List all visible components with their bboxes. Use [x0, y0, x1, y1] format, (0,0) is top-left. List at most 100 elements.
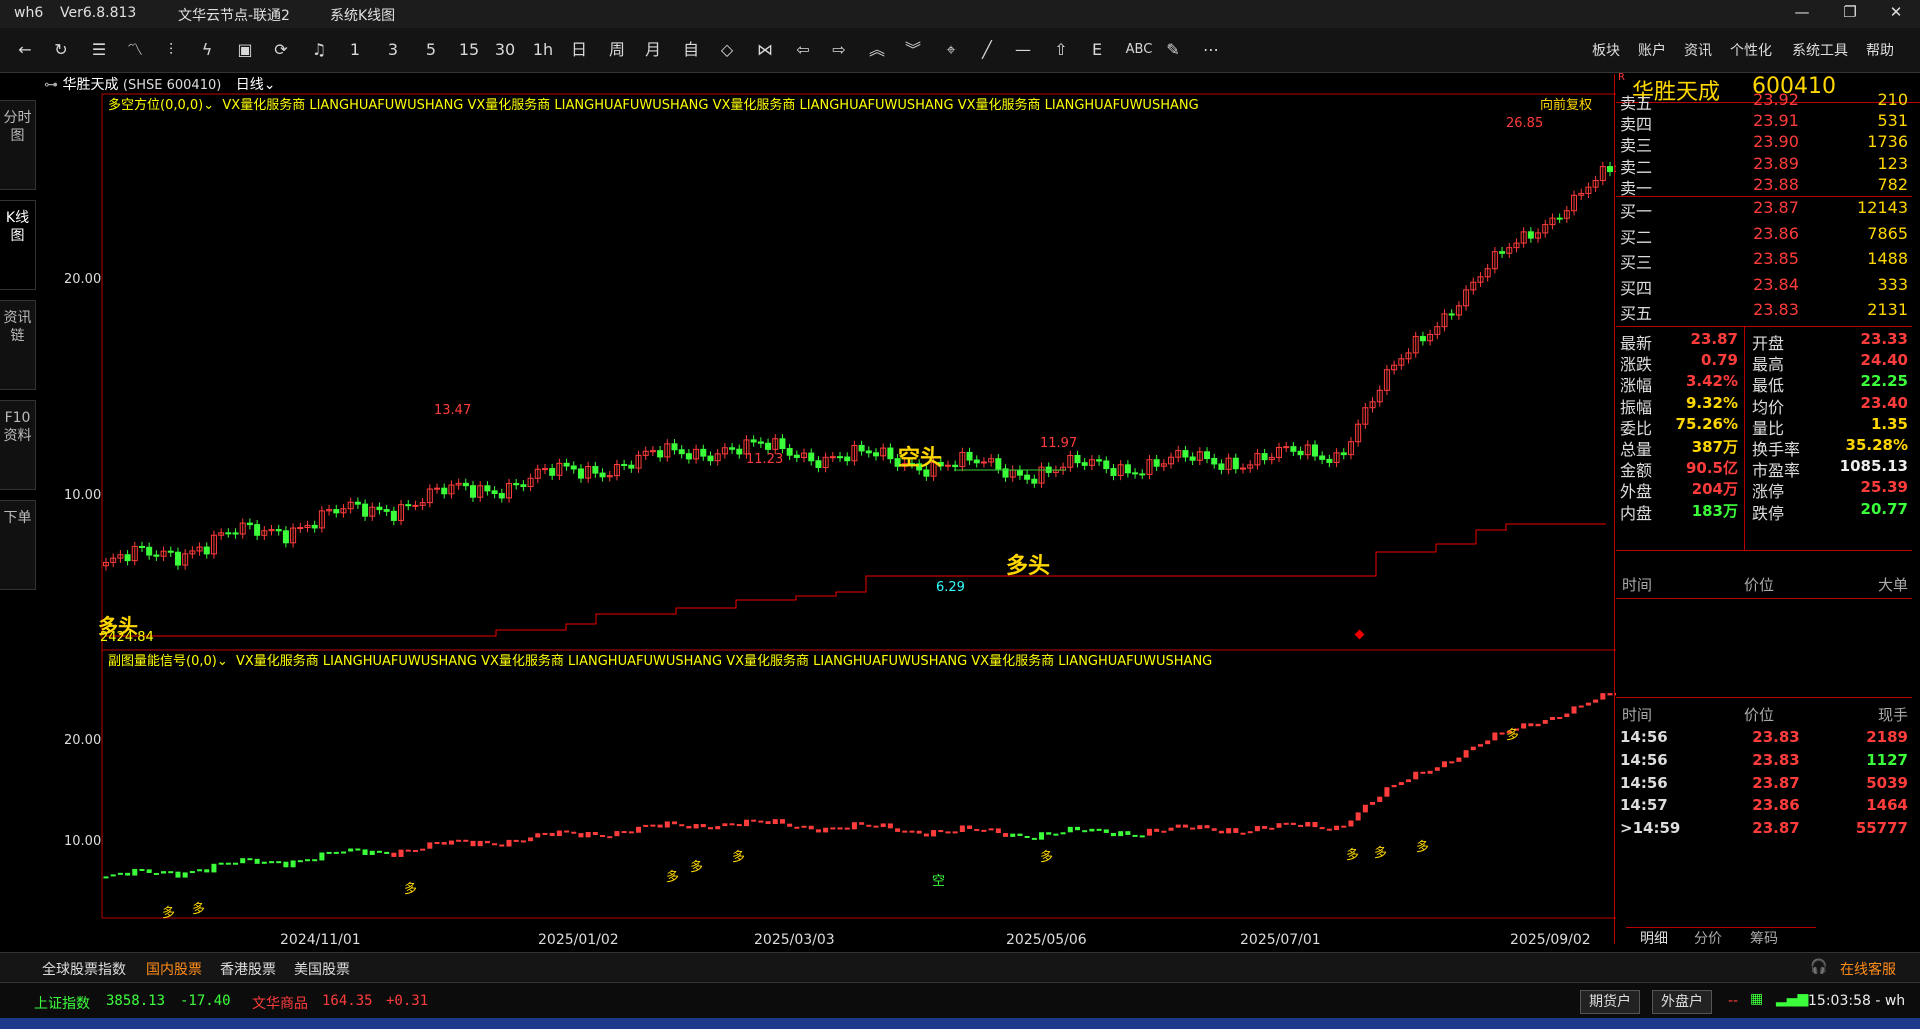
high-label: 11.97 — [1040, 436, 1078, 451]
tab-kline[interactable]: K线图 — [0, 200, 36, 290]
text-icon[interactable]: E — [1084, 38, 1110, 62]
cycle-icon[interactable]: ⟳ — [268, 38, 294, 62]
stock-name[interactable]: 华胜天成 — [62, 77, 118, 93]
sub-candle — [269, 861, 275, 864]
period-3[interactable]: 3 — [380, 38, 406, 62]
tab-f10[interactable]: F10资料 — [0, 400, 36, 490]
horizontal-line-icon[interactable]: — — [1010, 38, 1036, 62]
menu-news[interactable]: 资讯 — [1684, 40, 1712, 60]
menu-icon[interactable]: ⊶ — [44, 77, 62, 93]
main-indicator-name[interactable]: 多空方位(0,0,0) — [108, 98, 203, 113]
candle-body — [980, 461, 987, 464]
menu-tools[interactable]: 系统工具 — [1792, 40, 1848, 60]
bid-row[interactable]: 买五 23.83 2131 — [1616, 300, 1912, 325]
pen-icon[interactable]: ✎ — [1160, 38, 1186, 62]
tab-hk-stock[interactable]: 香港股票 — [220, 959, 276, 979]
sub-indicator-name[interactable]: 副图量能信号(0,0) — [108, 654, 217, 669]
index2-name[interactable]: 文华商品 — [252, 993, 308, 1013]
tab-domestic-stock[interactable]: 国内股票 — [146, 959, 202, 979]
tab-price-dist[interactable]: 分价 — [1694, 928, 1722, 948]
sub-candle — [146, 869, 152, 873]
adjust-mode[interactable]: 向前复权 — [1540, 94, 1592, 113]
minimize-button[interactable]: — — [1782, 3, 1822, 25]
period-day[interactable]: 日 — [566, 38, 592, 62]
tab-order[interactable]: 下单 — [0, 500, 36, 590]
back-icon[interactable]: ← — [12, 38, 38, 62]
sub-candle — [1060, 832, 1066, 835]
futures-account-button[interactable]: 期货户 — [1580, 990, 1640, 1014]
period-1[interactable]: 1 — [342, 38, 368, 62]
down-icon[interactable]: ︾ — [900, 38, 926, 62]
bell-icon[interactable]: ♫ — [306, 38, 332, 62]
sub-candle — [1146, 828, 1152, 836]
bid-row[interactable]: 买三 23.85 1488 — [1616, 249, 1912, 274]
bid-row[interactable]: 买二 23.86 7865 — [1616, 224, 1912, 249]
up-arrow-icon[interactable]: ⇧ — [1048, 38, 1074, 62]
tab-timeshare[interactable]: 分时图 — [0, 100, 36, 190]
bid-row[interactable]: 买一 23.87 12143 — [1616, 198, 1912, 223]
tick-row[interactable]: 14:56 23.87 5039 — [1616, 774, 1912, 799]
menu-sector[interactable]: 板块 — [1592, 40, 1620, 60]
abc-icon[interactable]: ABC — [1122, 38, 1156, 62]
sub-candle — [1485, 740, 1491, 745]
tab-global-index[interactable]: 全球股票指数 — [42, 959, 126, 979]
chevron-down-icon[interactable]: ⌄ — [203, 98, 214, 113]
period-1h[interactable]: 1h — [530, 38, 556, 62]
online-service[interactable]: 在线客服 — [1840, 959, 1896, 979]
candle-body — [390, 510, 397, 521]
period-week[interactable]: 周 — [604, 38, 630, 62]
kline-chart[interactable] — [36, 92, 1616, 952]
tick-row[interactable]: 14:56 23.83 1127 — [1616, 751, 1912, 776]
signal-bull: 多 — [162, 906, 176, 921]
refresh-icon[interactable]: ↻ — [48, 38, 74, 62]
tab-us-stock[interactable]: 美国股票 — [294, 959, 350, 979]
right-icon[interactable]: ⇨ — [826, 38, 852, 62]
more-icon[interactable]: ⋯ — [1198, 38, 1224, 62]
period-5[interactable]: 5 — [418, 38, 444, 62]
zoom-in-icon[interactable]: ◇ — [714, 38, 740, 62]
server-name[interactable]: 文华云节点-联通2 — [178, 5, 290, 25]
box-icon[interactable]: ▣ — [232, 38, 258, 62]
chevron-down-icon[interactable]: ⌄ — [264, 77, 276, 93]
tick-row[interactable]: >14:59 23.87 55777 — [1616, 819, 1912, 844]
restore-button[interactable]: ❐ — [1830, 3, 1870, 25]
candle-body — [858, 444, 865, 452]
period-15[interactable]: 15 — [456, 38, 482, 62]
draw-line-icon[interactable]: ╱ — [974, 38, 1000, 62]
period-custom[interactable]: 自 — [678, 38, 704, 62]
foreign-account-button[interactable]: 外盘户 — [1652, 990, 1712, 1014]
period-30[interactable]: 30 — [492, 38, 518, 62]
up-icon[interactable]: ︽ — [864, 38, 890, 62]
left-icon[interactable]: ⇦ — [790, 38, 816, 62]
tick-row[interactable]: 14:56 23.83 2189 — [1616, 728, 1912, 753]
headset-icon[interactable]: 🎧 — [1810, 959, 1827, 975]
flash-icon[interactable]: ϟ — [194, 38, 220, 62]
menu-account[interactable]: 账户 — [1638, 40, 1666, 60]
zoom-out-icon[interactable]: ⋈ — [752, 38, 778, 62]
bid-row[interactable]: 买四 23.84 333 — [1616, 275, 1912, 300]
candle-body — [793, 454, 800, 458]
chevron-down-icon[interactable]: ⌄ — [217, 654, 228, 669]
period-select[interactable]: 日线 — [236, 77, 264, 93]
menu-help[interactable]: 帮助 — [1866, 40, 1894, 60]
tab-detail[interactable]: 明细 — [1640, 928, 1668, 948]
sub-candle — [326, 851, 332, 854]
candle-icon[interactable]: ⫶ — [158, 38, 184, 62]
menu-personalize[interactable]: 个性化 — [1730, 40, 1772, 60]
crosshair-icon[interactable]: ⌖ — [938, 38, 964, 62]
close-button[interactable]: ✕ — [1876, 3, 1916, 25]
tab-chips[interactable]: 筹码 — [1750, 928, 1778, 948]
tick-price: 23.83 — [1752, 750, 1800, 769]
sub-candle — [1197, 825, 1203, 830]
list-icon[interactable]: ☰ — [86, 38, 112, 62]
stat-value: 23.87 — [1690, 330, 1738, 348]
row-price: 23.92 — [1753, 90, 1799, 109]
tick-row[interactable]: 14:57 23.86 1464 — [1616, 796, 1912, 821]
sub-candle — [571, 831, 577, 834]
line-chart-icon[interactable]: 〽 — [122, 38, 148, 62]
row-volume: 12143 — [1857, 198, 1908, 217]
candle-body — [441, 487, 448, 495]
tab-news-chain[interactable]: 资讯链 — [0, 300, 36, 390]
index1-name[interactable]: 上证指数 — [34, 993, 90, 1013]
period-month[interactable]: 月 — [640, 38, 666, 62]
